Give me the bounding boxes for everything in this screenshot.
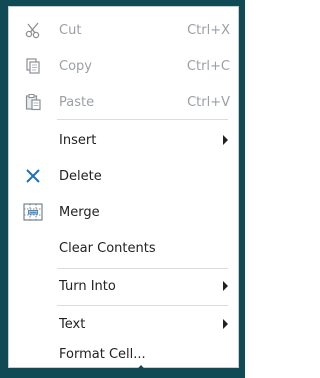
menu-item-cut[interactable]: Cut Ctrl+X bbox=[9, 15, 238, 45]
paste-icon bbox=[19, 91, 47, 113]
shortcut-label: Ctrl+C bbox=[186, 58, 230, 74]
menu-item-paste[interactable]: Paste Ctrl+V bbox=[9, 87, 238, 117]
menu-item-delete[interactable]: Delete bbox=[9, 161, 238, 191]
shortcut-label: Ctrl+X bbox=[187, 22, 230, 38]
submenu-arrow-icon bbox=[223, 281, 228, 291]
menu-item-copy[interactable]: Copy Ctrl+C bbox=[9, 51, 238, 81]
menu-item-label: Clear Contents bbox=[59, 240, 156, 256]
menu-separator bbox=[57, 119, 228, 120]
menu-pointer-icon bbox=[132, 365, 150, 375]
scissors-icon bbox=[19, 19, 47, 41]
menu-item-merge[interactable]: Merge bbox=[9, 197, 238, 227]
menu-item-label: Merge bbox=[59, 204, 100, 220]
menu-item-label: Turn Into bbox=[59, 278, 116, 294]
menu-item-label: Paste bbox=[59, 94, 95, 110]
menu-item-clear-contents[interactable]: Clear Contents bbox=[9, 233, 238, 263]
context-menu: Cut Ctrl+X Copy Ctrl+C Paste Ctrl+V Inse… bbox=[8, 6, 239, 368]
menu-item-turn-into[interactable]: Turn Into bbox=[9, 271, 238, 301]
menu-item-label: Copy bbox=[59, 58, 92, 74]
close-icon bbox=[19, 165, 47, 187]
menu-item-insert[interactable]: Insert bbox=[9, 125, 238, 155]
menu-item-label: Format Cell... bbox=[59, 346, 146, 362]
merge-cells-icon bbox=[19, 201, 47, 223]
menu-item-label: Cut bbox=[59, 22, 82, 38]
menu-item-label: Insert bbox=[59, 132, 97, 148]
submenu-arrow-icon bbox=[223, 135, 228, 145]
menu-separator bbox=[57, 268, 228, 269]
copy-icon bbox=[19, 55, 47, 77]
menu-item-label: Delete bbox=[59, 168, 102, 184]
menu-item-label: Text bbox=[59, 316, 86, 332]
menu-item-format-cell[interactable]: Format Cell... bbox=[9, 339, 238, 369]
menu-separator bbox=[57, 305, 228, 306]
menu-item-text[interactable]: Text bbox=[9, 309, 238, 339]
shortcut-label: Ctrl+V bbox=[187, 94, 230, 110]
submenu-arrow-icon bbox=[223, 319, 228, 329]
